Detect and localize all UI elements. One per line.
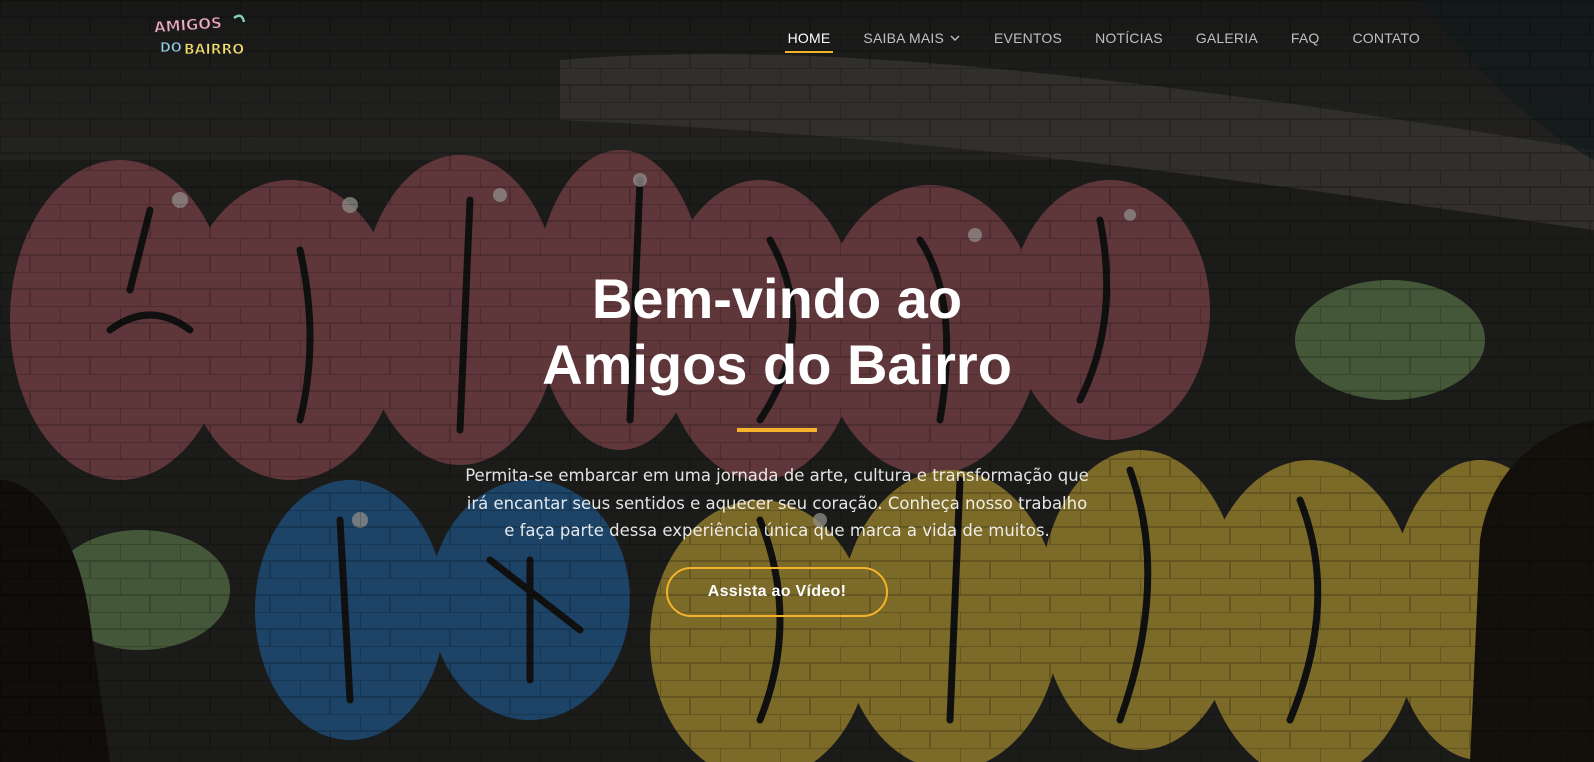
hero-content: Bem-vindo ao Amigos do Bairro Permita-se… (0, 266, 1554, 617)
nav-item-galeria[interactable]: GALERIA (1196, 27, 1258, 49)
site-logo[interactable]: AMIGOS DO BAIRRO (150, 8, 250, 62)
svg-text:AMIGOS: AMIGOS (153, 14, 222, 37)
nav-item-label: EVENTOS (994, 30, 1063, 46)
main-nav: HOME SAIBA MAIS EVENTOS NOTÍCIAS GALERIA… (755, 27, 1420, 53)
hero-section: AMIGOS DO BAIRRO HOME SAIBA MAIS EVENTOS… (0, 0, 1594, 762)
nav-item-home[interactable]: HOME (784, 27, 834, 53)
chevron-down-icon (950, 35, 960, 41)
nav-item-label: FAQ (1290, 30, 1320, 46)
nav-item-noticias[interactable]: NOTÍCIAS (1095, 27, 1163, 49)
hero-description: Permita-se embarcar em uma jornada de ar… (465, 466, 1089, 540)
hero-title-line-2: Amigos do Bairro (542, 333, 1012, 396)
title-divider (737, 428, 817, 432)
watch-video-button[interactable]: Assista ao Vídeo! (665, 566, 889, 617)
nav-item-label: SAIBA MAIS (863, 30, 944, 46)
nav-item-label: HOME (787, 30, 831, 46)
nav-item-label: CONTATO (1352, 30, 1420, 46)
nav-item-eventos[interactable]: EVENTOS (994, 27, 1062, 49)
nav-item-label: GALERIA (1195, 30, 1258, 46)
nav-item-faq[interactable]: FAQ (1291, 27, 1320, 49)
nav-item-contato[interactable]: CONTATO (1352, 27, 1420, 49)
nav-item-saiba-mais[interactable]: SAIBA MAIS (863, 27, 961, 49)
hero-title-line-1: Bem-vindo ao (591, 267, 963, 330)
svg-text:BAIRRO: BAIRRO (184, 42, 244, 58)
hero-title: Bem-vindo ao Amigos do Bairro (0, 266, 1554, 398)
svg-text:DO: DO (160, 41, 182, 56)
nav-item-label: NOTÍCIAS (1095, 30, 1163, 46)
